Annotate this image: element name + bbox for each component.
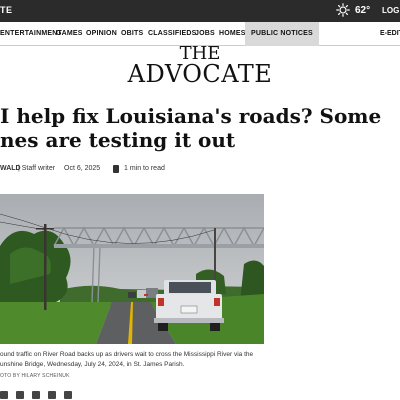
site-logo[interactable]: THE ADVOCATE <box>125 44 275 88</box>
weather-widget[interactable]: 62° <box>336 3 370 17</box>
share-icon[interactable] <box>32 391 40 399</box>
logo-advocate: ADVOCATE <box>127 60 273 88</box>
article-photo[interactable] <box>0 194 264 344</box>
share-icon[interactable] <box>48 391 56 399</box>
headline-line-1: I help fix Louisiana's roads? Some <box>0 104 382 128</box>
read-time: 1 min to read <box>124 165 165 172</box>
login-link[interactable]: LOG I <box>382 6 400 15</box>
e-edition-link[interactable]: E-EDIT <box>380 22 400 46</box>
nav-homes[interactable]: HOMES <box>219 22 246 46</box>
publish-date: Oct 6, 2025 <box>64 165 101 172</box>
sun-icon <box>336 3 350 17</box>
share-icon[interactable] <box>16 391 24 399</box>
article-headline: I help fix Louisiana's roads? Some nes a… <box>0 104 400 152</box>
nav-games[interactable]: GAMES <box>56 22 83 46</box>
share-icon[interactable] <box>64 391 72 399</box>
headline-line-2: nes are testing it out <box>0 128 236 152</box>
traffic-bridge-photo <box>0 194 264 344</box>
nav-public-notices[interactable]: PUBLIC NOTICES <box>245 22 319 46</box>
nav-opinion[interactable]: OPINION <box>86 22 117 46</box>
topbar-left-label[interactable]: TE <box>0 5 13 15</box>
photo-caption: ound traffic on River Road backs up as d… <box>0 351 254 368</box>
share-toolbar <box>0 391 72 400</box>
top-utility-bar: TE 62° LOG I <box>0 0 400 22</box>
article-byline: WALD | Staff writer Oct 6, 2025 1 min to… <box>0 165 400 177</box>
photo-credit: OTO BY HILARY SCHEINUK <box>0 373 70 379</box>
share-icon[interactable] <box>0 391 8 399</box>
temperature: 62° <box>355 4 371 16</box>
nav-entertainment[interactable]: ENTERTAINMENT <box>0 22 62 46</box>
document-icon <box>113 165 119 173</box>
author-role: | Staff writer <box>18 165 56 172</box>
nav-obits[interactable]: OBITS <box>121 22 143 46</box>
